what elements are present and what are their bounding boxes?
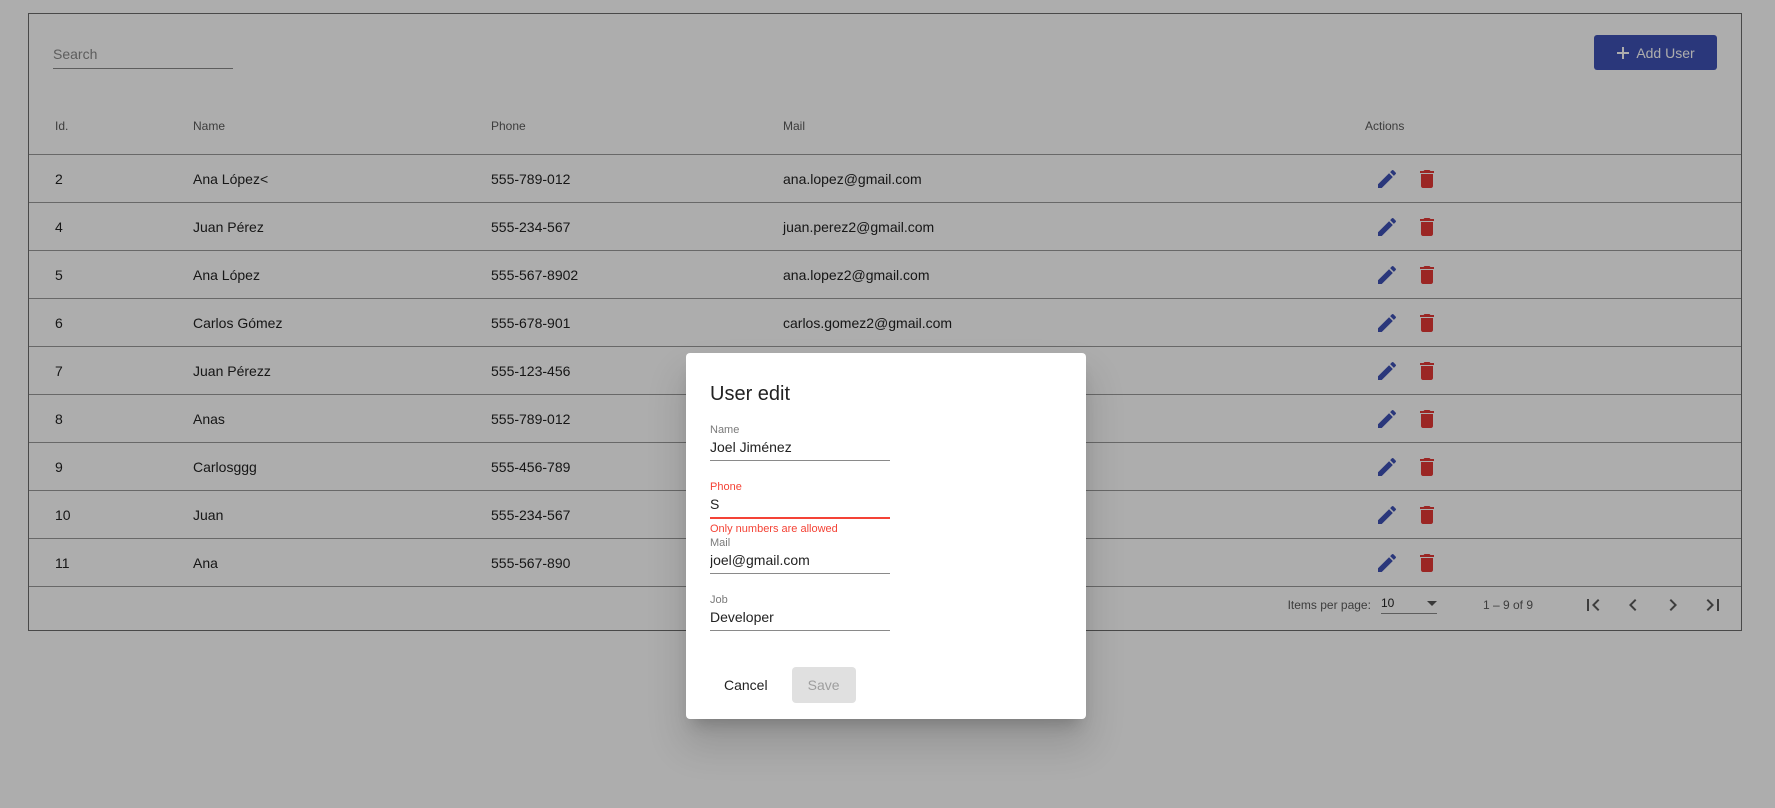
phone-field-label: Phone <box>710 481 742 493</box>
mail-field-label: Mail <box>710 537 731 549</box>
phone-input[interactable] <box>710 496 890 519</box>
job-field-label: Job <box>710 594 728 606</box>
mail-input[interactable] <box>710 552 890 574</box>
mail-field: Mail <box>710 537 890 574</box>
phone-field: Phone Only numbers are allowed <box>710 481 890 535</box>
phone-error-message: Only numbers are allowed <box>710 523 838 535</box>
job-field: Job <box>710 594 890 631</box>
save-button[interactable]: Save <box>791 667 856 703</box>
user-edit-dialog: User edit Name Phone Only numbers are al… <box>686 353 1086 719</box>
name-field-label: Name <box>710 424 740 436</box>
job-input[interactable] <box>710 609 890 631</box>
name-field: Name <box>710 424 890 461</box>
dialog-title: User edit <box>710 383 791 405</box>
name-input[interactable] <box>710 439 890 461</box>
cancel-button[interactable]: Cancel <box>710 667 782 703</box>
user-management-page: Add User Id. Name Phone Mail Actions 2An… <box>0 0 1775 808</box>
dialog-actions: Cancel Save <box>710 667 856 703</box>
